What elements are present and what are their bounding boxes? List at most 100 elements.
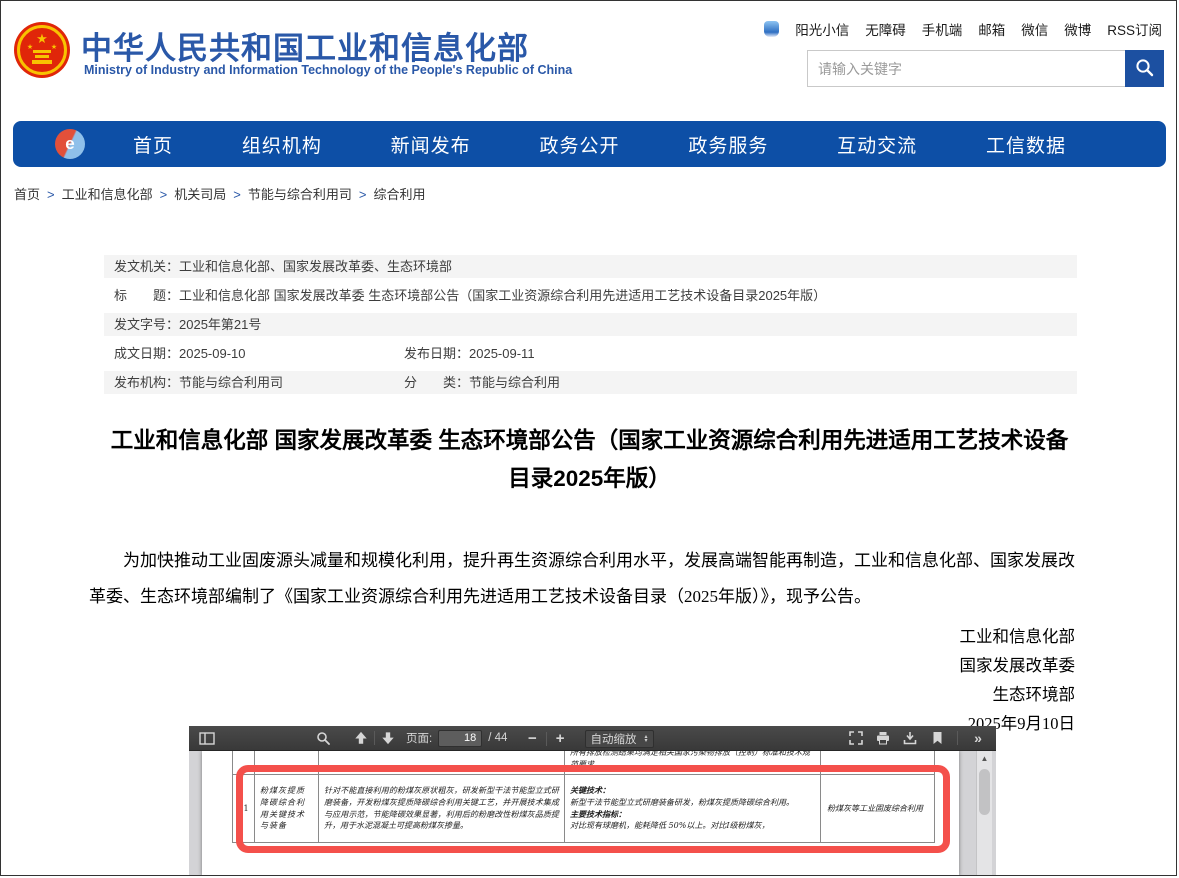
sidebar-toggle-icon[interactable]: [197, 728, 217, 748]
document-meta-table: 发文机关： 工业和信息化部、国家发展改革委、生态环境部 标 题： 工业和信息化部…: [104, 255, 1077, 400]
page: ★ ★ ★ 中华人民共和国工业和信息化部 Ministry of Industr…: [0, 0, 1177, 876]
nav-items: 首页 组织机构 新闻发布 政务公开 政务服务 互动交流 工信数据: [85, 131, 1166, 158]
site-title: 中华人民共和国工业和信息化部: [81, 23, 529, 68]
svg-text:★: ★: [51, 43, 57, 51]
top-link-wechat[interactable]: 微信: [1021, 19, 1048, 39]
zoom-mode-value: 自动缩放: [591, 731, 637, 747]
top-link-mail[interactable]: 邮箱: [978, 19, 1005, 39]
nav-item-news[interactable]: 新闻发布: [391, 131, 471, 158]
bookmark-icon[interactable]: [927, 728, 947, 748]
top-link-accessibility[interactable]: 无障碍: [865, 19, 906, 39]
meta-row-issuing-agency: 发文机关： 工业和信息化部、国家发展改革委、生态环境部: [104, 255, 1077, 278]
table-row-31: 31 粉煤灰提质降碳综合利用关键技术与装备 针对不能直接利用的粉煤灰原状粗灰，研…: [233, 775, 935, 843]
signature-block: 工业和信息化部 国家发展改革委 生态环境部 2025年9月10日: [960, 622, 1076, 738]
search-input[interactable]: [807, 50, 1125, 87]
meta-label: 标 题：: [114, 284, 179, 307]
page-number-input[interactable]: [438, 730, 482, 747]
meta-value: 2025-09-10: [179, 342, 246, 365]
presentation-mode-icon[interactable]: [846, 728, 866, 748]
page-down-icon[interactable]: [378, 728, 398, 748]
breadcrumb-miit[interactable]: 工业和信息化部: [62, 187, 153, 202]
breadcrumb-separator: >: [47, 187, 55, 202]
category-cell: 粉煤灰等工业固废综合利用: [821, 775, 935, 843]
breadcrumb-separator: >: [160, 187, 168, 202]
article-paragraph: 为加快推动工业固废源头减量和规模化利用，提升再生资源综合利用水平，发展高端智能再…: [89, 543, 1091, 615]
meta-value: 工业和信息化部 国家发展改革委 生态环境部公告（国家工业资源综合利用先进适用工艺…: [179, 284, 826, 307]
pdf-viewer: 页面: / 44 − + 自动缩放 ▴▾: [189, 726, 996, 876]
key-tech-text: 新型干法节能型立式研磨装备研发，粉煤灰提质降碳综合利用。: [570, 797, 815, 809]
national-emblem-icon: ★ ★ ★: [11, 21, 73, 80]
meta-label: 成文日期：: [114, 342, 179, 365]
meta-row-publisher: 发布机构： 节能与综合利用司 分 类： 节能与综合利用: [104, 371, 1077, 394]
more-tools-button[interactable]: »: [968, 728, 988, 748]
nav-item-gov-affairs[interactable]: 政务公开: [539, 131, 619, 158]
breadcrumb-energy-dept[interactable]: 节能与综合利用司: [248, 187, 352, 202]
breadcrumb: 首页 > 工业和信息化部 > 机关司局 > 节能与综合利用司 > 综合利用: [14, 184, 425, 203]
nav-item-gov-services[interactable]: 政务服务: [688, 131, 768, 158]
top-link-assistant[interactable]: 阳光小信: [795, 19, 849, 39]
nav-item-data[interactable]: 工信数据: [986, 131, 1066, 158]
pdf-content-area: 所有排放检测结果均满足相关国家污染物排放（控制）标准和技术规范要求。 31 粉煤…: [189, 751, 996, 876]
top-link-mobile[interactable]: 手机端: [922, 19, 963, 39]
find-icon[interactable]: [313, 728, 333, 748]
meta-label: 发布机构：: [114, 371, 179, 394]
zoom-in-button[interactable]: +: [550, 729, 571, 749]
svg-text:★: ★: [27, 43, 33, 51]
zoom-mode-select[interactable]: 自动缩放 ▴▾: [585, 730, 654, 748]
page-up-icon[interactable]: [351, 728, 371, 748]
breadcrumb-home[interactable]: 首页: [14, 187, 40, 202]
pdf-scrollbar[interactable]: ▲: [976, 751, 992, 876]
page-total: / 44: [488, 732, 507, 744]
select-caret-icon: ▴▾: [645, 735, 648, 743]
search-button[interactable]: [1125, 50, 1164, 87]
download-icon[interactable]: [900, 728, 920, 748]
print-icon[interactable]: [873, 728, 893, 748]
meta-value: 节能与综合利用: [469, 371, 560, 394]
catalog-table: 所有排放检测结果均满足相关国家污染物排放（控制）标准和技术规范要求。 31 粉煤…: [232, 751, 935, 843]
indicator-text: 对比现有球磨机，能耗降低 50%以上。对比I级粉煤灰，: [570, 820, 815, 832]
signature-line: 生态环境部: [960, 680, 1076, 709]
meta-label: 发布日期：: [404, 342, 469, 365]
tech-name-cell: 粉煤灰提质降碳综合利用关键技术与装备: [255, 775, 319, 843]
meta-value: 2025年第21号: [179, 313, 261, 336]
top-link-weibo[interactable]: 微博: [1064, 19, 1091, 39]
meta-label: 发文机关：: [114, 255, 179, 278]
breadcrumb-separator: >: [359, 187, 367, 202]
meta-value: 节能与综合利用司: [179, 371, 283, 394]
nav-item-interaction[interactable]: 互动交流: [837, 131, 917, 158]
meta-value: 工业和信息化部、国家发展改革委、生态环境部: [179, 255, 452, 278]
zoom-out-button[interactable]: −: [522, 729, 543, 749]
search-bar: [807, 50, 1164, 87]
signature-line: 工业和信息化部: [960, 622, 1076, 651]
meta-row-dates: 成文日期： 2025-09-10 发布日期： 2025-09-11: [104, 342, 1077, 365]
meta-label: 发文字号：: [114, 313, 179, 336]
main-navbar: 首页 组织机构 新闻发布 政务公开 政务服务 互动交流 工信数据: [13, 121, 1166, 167]
key-tech-cell: 关键技术： 新型干法节能型立式研磨装备研发，粉煤灰提质降碳综合利用。 主要技术指…: [565, 775, 821, 843]
meta-row-doc-number: 发文字号： 2025年第21号: [104, 313, 1077, 336]
prev-row-tech-cell: 所有排放检测结果均满足相关国家污染物排放（控制）标准和技术规范要求。: [565, 751, 821, 775]
nav-item-organization[interactable]: 组织机构: [242, 131, 322, 158]
top-utility-links: 阳光小信 无障碍 手机端 邮箱 微信 微博 RSS订阅: [764, 19, 1162, 39]
nav-item-home[interactable]: 首页: [133, 131, 173, 158]
key-tech-title: 关键技术：: [570, 785, 815, 797]
meta-label: 分 类：: [404, 371, 469, 394]
site-subtitle: Ministry of Industry and Information Tec…: [84, 63, 572, 77]
miit-gear-logo-icon: [55, 129, 85, 159]
svg-text:★: ★: [36, 31, 48, 46]
breadcrumb-comprehensive-use[interactable]: 综合利用: [373, 187, 425, 202]
breadcrumb-departments[interactable]: 机关司局: [174, 187, 226, 202]
tech-description-cell: 针对不能直接利用的粉煤灰原状粗灰，研发新型干法节能型立式研磨装备，开发粉煤灰提质…: [319, 775, 565, 843]
top-link-rss[interactable]: RSS订阅: [1107, 19, 1162, 39]
assistant-icon: [764, 21, 779, 37]
meta-value: 2025-09-11: [469, 342, 535, 365]
meta-row-title: 标 题： 工业和信息化部 国家发展改革委 生态环境部公告（国家工业资源综合利用先…: [104, 284, 1077, 307]
search-icon: [1135, 58, 1154, 80]
table-row-previous: 所有排放检测结果均满足相关国家污染物排放（控制）标准和技术规范要求。: [233, 751, 935, 775]
pdf-toolbar: 页面: / 44 − + 自动缩放 ▴▾: [189, 726, 996, 751]
scrollbar-thumb[interactable]: [979, 769, 990, 815]
row-number-cell: 31: [233, 775, 255, 843]
indicator-title: 主要技术指标：: [570, 809, 815, 821]
scroll-up-arrow-icon[interactable]: ▲: [977, 751, 992, 767]
page-label: 页面:: [406, 730, 432, 746]
breadcrumb-separator: >: [233, 187, 241, 202]
